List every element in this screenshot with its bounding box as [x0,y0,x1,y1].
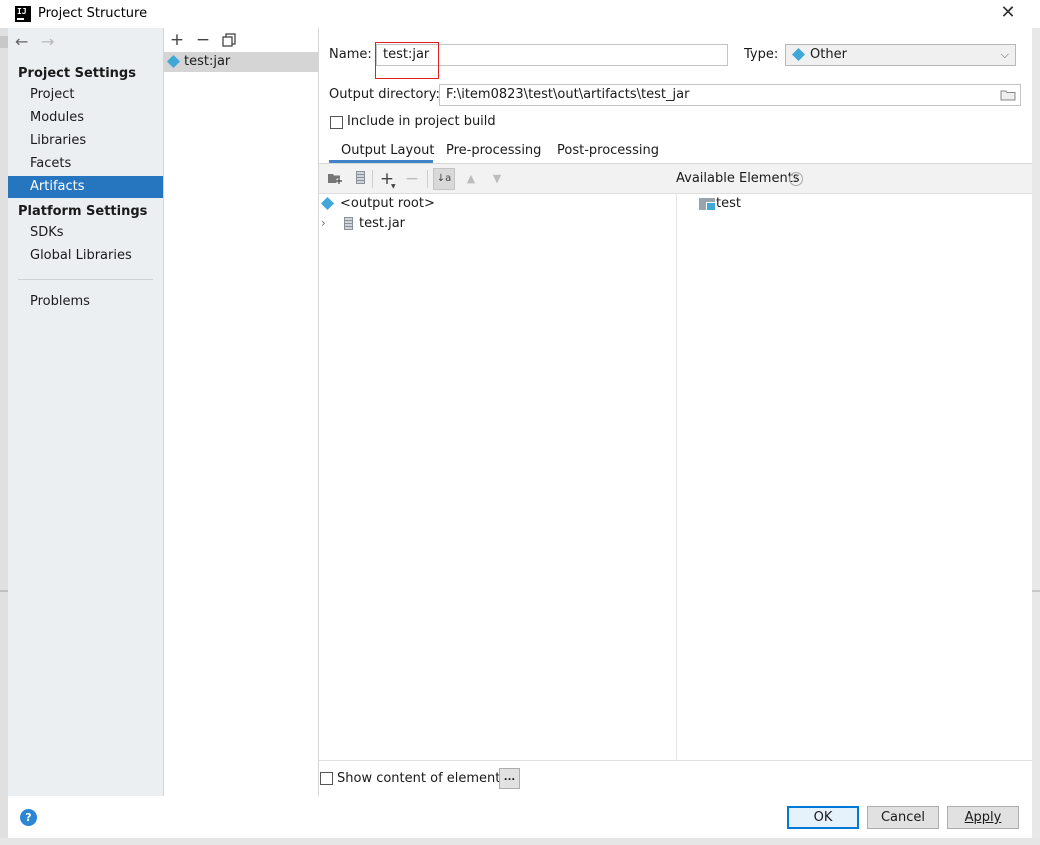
remove-artifact-icon[interactable]: − [194,30,212,50]
sidebar-item-modules[interactable]: Modules [8,107,163,129]
output-root-diamond-icon [320,196,335,211]
bottom-divider [319,760,1032,761]
artifact-list-item[interactable]: test:jar [164,52,318,72]
show-content-label: Show content of elements [337,771,508,786]
sidebar-item-sdks[interactable]: SDKs [8,222,163,244]
move-down-icon[interactable]: ▼ [489,171,505,187]
background-window-line [0,590,8,592]
create-archive-icon[interactable] [352,171,368,187]
artifact-diamond-icon [166,54,181,69]
browse-folder-icon[interactable] [1000,89,1016,105]
add-dropdown-icon[interactable]: ▼ [391,183,396,190]
type-diamond-icon [791,47,806,62]
sidebar-item-global-libraries[interactable]: Global Libraries [8,245,163,267]
sidebar-item-artifacts[interactable]: Artifacts [8,176,163,198]
help-hint-icon[interactable]: ? [789,172,803,186]
background-window-mark [0,36,8,48]
close-icon[interactable]: ✕ [996,2,1020,26]
include-build-label: Include in project build [347,114,496,129]
show-content-checkbox[interactable] [320,772,333,785]
tree-item-label[interactable]: test.jar [359,216,405,231]
name-label: Name: [329,47,372,62]
cancel-button[interactable]: Cancel [867,806,939,829]
module-folder-icon [699,198,716,211]
tab-pre-processing[interactable]: Pre-processing [446,143,541,158]
artifacts-list-panel [163,28,319,796]
platform-settings-header: Platform Settings [18,204,148,219]
remove-element-icon[interactable]: − [404,171,420,188]
artifact-item-label: test:jar [184,54,231,69]
background-window-edge-right [1032,28,1040,838]
dialog-bottom-edge [0,838,1040,845]
sort-elements-icon[interactable]: ↓a [433,168,455,190]
toolbar-separator [372,170,373,188]
sidebar-item-problems[interactable]: Problems [8,291,163,313]
move-up-icon[interactable]: ▲ [463,171,479,187]
output-layout-tree [319,194,675,760]
window-title: Project Structure [38,6,148,21]
forward-arrow-icon[interactable]: → [41,32,54,51]
toolbar-separator [427,170,428,188]
output-directory-label: Output directory: [329,87,440,102]
tab-post-processing[interactable]: Post-processing [557,143,659,158]
intellij-logo-icon: IJ [15,6,31,22]
available-elements-label: Available Elements [676,171,800,186]
sidebar-divider [18,279,153,280]
available-item-label[interactable]: test [716,196,741,211]
apply-button[interactable]: Apply [947,806,1019,829]
output-directory-field[interactable]: F:\item0823\test\out\artifacts\test_jar [439,84,1021,106]
type-value: Other [810,47,847,62]
sidebar-item-project[interactable]: Project [8,84,163,106]
add-artifact-icon[interactable]: + [168,30,186,50]
chevron-down-icon: ⌵ [1000,48,1009,61]
background-window-line-right [1032,590,1040,592]
output-root-label: <output root> [340,196,435,211]
more-options-button[interactable]: ... [499,768,520,789]
include-build-checkbox[interactable] [330,116,343,129]
back-arrow-icon[interactable]: ← [15,32,28,51]
available-elements-pane [676,194,1032,760]
jar-file-icon [344,217,353,230]
copy-artifact-icon[interactable] [220,32,238,52]
tab-output-layout[interactable]: Output Layout [341,143,434,158]
background-window-edge [0,28,8,838]
sidebar-item-facets[interactable]: Facets [8,153,163,175]
help-button[interactable]: ? [20,809,37,826]
ok-button[interactable]: OK [787,806,859,829]
highlight-box [375,42,439,79]
create-directory-icon[interactable] [327,171,343,187]
type-dropdown[interactable]: Other ⌵ [785,44,1016,66]
title-bar [0,0,1040,28]
expand-chevron-icon[interactable]: › [321,216,326,230]
sidebar-item-libraries[interactable]: Libraries [8,130,163,152]
type-label: Type: [744,47,779,62]
project-settings-header: Project Settings [18,66,136,81]
